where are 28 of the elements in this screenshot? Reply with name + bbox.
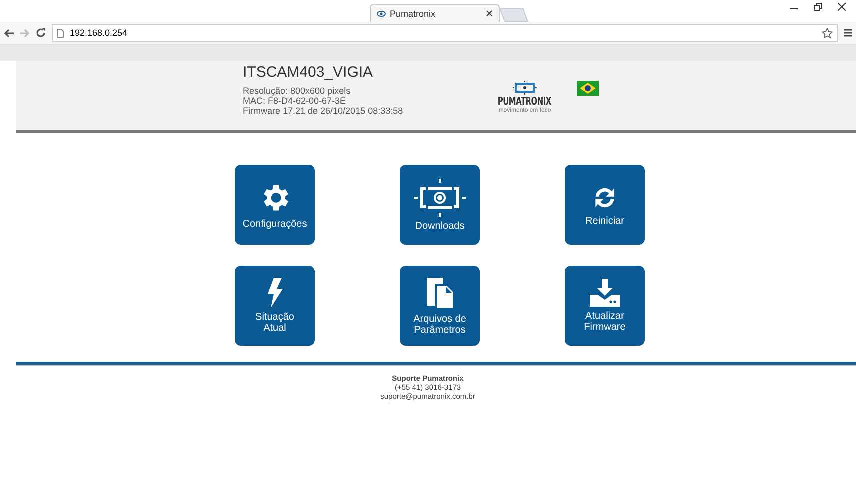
- device-detail: Resolução: 800x600 pixels: [243, 86, 352, 96]
- device-detail: MAC: F8-D4-62-00-67-3E: [243, 96, 348, 106]
- reload-icon[interactable]: [36, 28, 46, 38]
- menu-tile[interactable]: Downloads: [400, 165, 480, 245]
- menu-icon[interactable]: [844, 29, 852, 37]
- restore-icon[interactable]: [814, 3, 822, 11]
- address-bar[interactable]: 192.168.0.254: [52, 24, 838, 42]
- close-icon[interactable]: [838, 3, 846, 11]
- close-tab-icon[interactable]: [486, 10, 493, 17]
- documents-icon: [425, 276, 455, 310]
- camera-target-icon: [414, 178, 466, 216]
- browser-tab[interactable]: Pumatronix: [370, 4, 500, 22]
- menu-tile[interactable]: Atualizar Firmware: [565, 266, 645, 346]
- menu-tile[interactable]: Arquivos de Parâmetros: [400, 266, 480, 346]
- device-title: ITSCAM403_VIGIA: [243, 64, 374, 81]
- menu-tile[interactable]: Configurações: [235, 165, 315, 245]
- menu-tile[interactable]: Situação Atual: [235, 266, 315, 346]
- page-icon: [57, 28, 64, 38]
- star-icon[interactable]: [822, 28, 833, 38]
- logo-text: PUMATRONIX: [498, 95, 552, 108]
- lightning-icon: [266, 278, 284, 308]
- download-icon: [590, 279, 620, 307]
- back-icon[interactable]: [4, 28, 14, 38]
- brazil-flag-icon[interactable]: [577, 81, 599, 96]
- menu-tile[interactable]: Reiniciar: [565, 165, 645, 245]
- device-detail: Firmware 17.21 de 26/10/2015 08:33:58: [243, 106, 404, 116]
- logo-target-icon: [513, 81, 537, 95]
- eye-icon: [377, 10, 386, 16]
